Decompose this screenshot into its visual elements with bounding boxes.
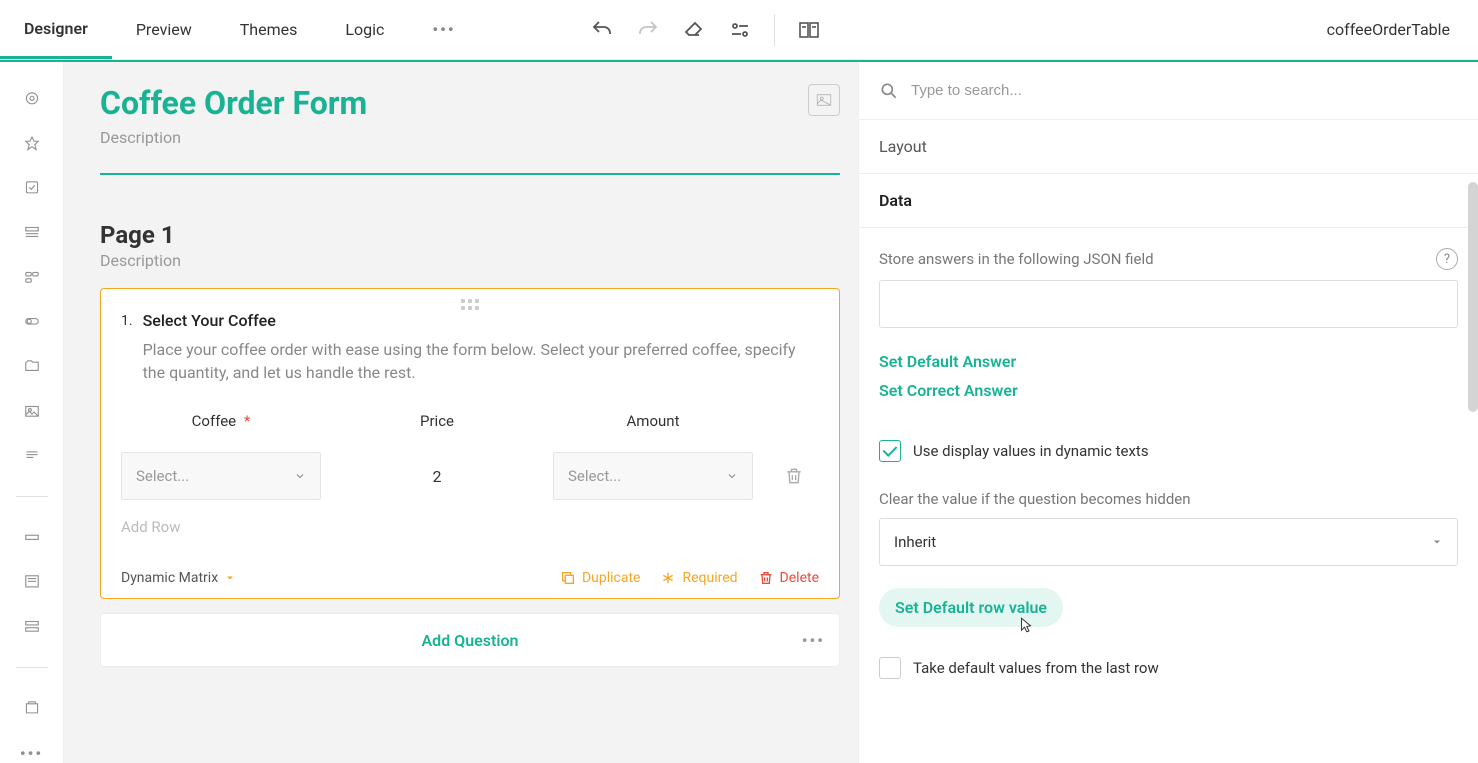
- delete-row-icon[interactable]: [784, 466, 804, 486]
- question-title[interactable]: Select Your Coffee: [143, 311, 819, 330]
- question-number: 1.: [121, 313, 133, 384]
- boolean-icon[interactable]: [20, 313, 44, 330]
- comment-icon[interactable]: [20, 573, 44, 590]
- eraser-icon[interactable]: [682, 18, 706, 42]
- duplicate-button[interactable]: Duplicate: [560, 570, 641, 586]
- top-bar: Designer Preview Themes Logic ••• coffee…: [0, 0, 1478, 60]
- sidebar-more-icon[interactable]: •••: [20, 744, 43, 763]
- file-icon[interactable]: [20, 358, 44, 375]
- coffee-select[interactable]: Select...: [121, 452, 321, 500]
- radiogroup-icon[interactable]: [20, 90, 44, 107]
- take-default-last-row-label: Take default values from the last row: [913, 659, 1159, 677]
- drag-handle-icon[interactable]: [461, 299, 479, 310]
- design-canvas: Coffee Order Form Description Page 1 Des…: [64, 62, 858, 763]
- delete-button[interactable]: Delete: [758, 570, 819, 586]
- tab-more[interactable]: •••: [408, 0, 479, 59]
- asterisk-icon: [660, 570, 676, 586]
- trash-icon: [758, 570, 774, 586]
- properties-panel: Layout Data Store answers in the followi…: [858, 62, 1478, 763]
- toolbar-separator: [774, 14, 775, 46]
- left-sidebar: •••: [0, 62, 64, 763]
- cursor-icon: [1017, 613, 1035, 637]
- tab-logic[interactable]: Logic: [321, 0, 408, 59]
- chevron-down-icon: [224, 572, 236, 584]
- question-card[interactable]: 1. Select Your Coffee Place your coffee …: [100, 288, 840, 599]
- logo-placeholder[interactable]: [808, 84, 840, 116]
- panel-icon[interactable]: [20, 699, 44, 716]
- section-data[interactable]: Data: [859, 174, 1478, 228]
- tab-designer[interactable]: Designer: [0, 0, 112, 59]
- main-tabs: Designer Preview Themes Logic •••: [0, 0, 480, 59]
- rating-icon[interactable]: [20, 135, 44, 152]
- chevron-down-icon: [726, 470, 738, 482]
- chevron-down-icon: [294, 470, 306, 482]
- add-question-button[interactable]: Add Question •••: [100, 613, 840, 667]
- question-description[interactable]: Place your coffee order with ease using …: [143, 338, 819, 384]
- duplicate-icon: [560, 570, 576, 586]
- image-icon[interactable]: [20, 403, 44, 420]
- undo-icon[interactable]: [590, 18, 614, 42]
- title-underline: [100, 173, 840, 175]
- column-price[interactable]: Price: [337, 412, 537, 430]
- use-display-values-checkbox[interactable]: [879, 440, 901, 462]
- store-json-input[interactable]: [879, 280, 1458, 328]
- tagbox-icon[interactable]: [20, 269, 44, 286]
- add-row-button[interactable]: Add Row: [121, 518, 819, 536]
- matrix-row: Select... 2 Select...: [121, 452, 819, 500]
- sidebar-separator: [16, 496, 48, 497]
- survey-title[interactable]: Coffee Order Form: [100, 84, 367, 122]
- toolbar-icons: [590, 14, 821, 46]
- project-name[interactable]: coffeeOrderTable: [1307, 20, 1470, 39]
- survey-description[interactable]: Description: [100, 128, 367, 147]
- search-icon: [879, 81, 899, 101]
- help-icon[interactable]: ?: [1436, 248, 1458, 270]
- column-coffee[interactable]: Coffee *: [121, 412, 321, 430]
- scrollbar[interactable]: [1468, 182, 1478, 412]
- add-question-more-icon[interactable]: •••: [802, 631, 825, 650]
- set-default-row-value-button[interactable]: Set Default row value: [879, 588, 1063, 627]
- page-description[interactable]: Description: [100, 251, 840, 270]
- amount-select[interactable]: Select...: [553, 452, 753, 500]
- store-json-label: Store answers in the following JSON fiel…: [879, 248, 1458, 270]
- search-input[interactable]: [911, 82, 1458, 99]
- singleinput-icon[interactable]: [20, 529, 44, 546]
- tab-themes[interactable]: Themes: [216, 0, 322, 59]
- checkbox-icon[interactable]: [20, 179, 44, 196]
- clear-value-select[interactable]: Inherit: [879, 518, 1458, 566]
- column-amount[interactable]: Amount: [553, 412, 753, 430]
- take-default-last-row-checkbox[interactable]: [879, 657, 901, 679]
- redo-icon[interactable]: [636, 18, 660, 42]
- chevron-down-icon: [1431, 536, 1443, 548]
- set-default-answer-button[interactable]: Set Default Answer: [879, 352, 1016, 371]
- preview-icon[interactable]: [797, 18, 821, 42]
- matrix-table: Coffee * Price Amount Select... 2 Select…: [121, 412, 819, 536]
- page-title[interactable]: Page 1: [100, 221, 840, 249]
- use-display-values-label: Use display values in dynamic texts: [913, 442, 1149, 460]
- image-icon: [814, 91, 834, 109]
- section-layout[interactable]: Layout: [859, 120, 1478, 174]
- sidebar-separator-2: [16, 667, 48, 668]
- multipletext-icon[interactable]: [20, 618, 44, 635]
- select-placeholder: Select...: [136, 467, 189, 485]
- question-type-selector[interactable]: Dynamic Matrix: [121, 570, 236, 586]
- price-value[interactable]: 2: [337, 467, 537, 486]
- search-row: [859, 62, 1478, 120]
- tab-preview[interactable]: Preview: [112, 0, 216, 59]
- dropdown-icon[interactable]: [20, 224, 44, 241]
- required-button[interactable]: Required: [660, 570, 737, 586]
- set-correct-answer-button[interactable]: Set Correct Answer: [879, 381, 1458, 400]
- settings-icon[interactable]: [728, 18, 752, 42]
- html-icon[interactable]: [20, 447, 44, 464]
- clear-value-label: Clear the value if the question becomes …: [879, 490, 1458, 508]
- select-placeholder: Select...: [568, 467, 621, 485]
